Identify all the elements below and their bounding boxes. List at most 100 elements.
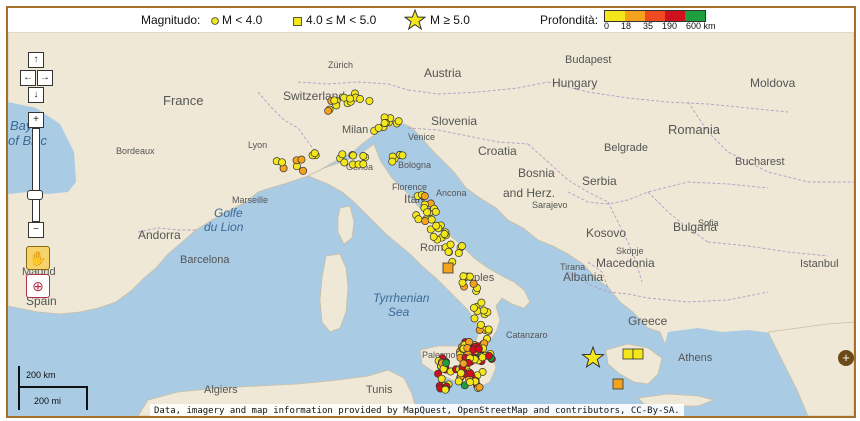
large-quake-star-icon: [404, 9, 426, 31]
quake-marker-small[interactable]: [297, 155, 306, 164]
quake-marker-small[interactable]: [485, 351, 493, 360]
quake-marker-small[interactable]: [431, 207, 440, 216]
quake-marker-small[interactable]: [470, 314, 479, 323]
pan-up-button[interactable]: ↑: [28, 52, 44, 68]
quake-marker-medium[interactable]: [622, 348, 634, 360]
small-quake-icon: [211, 17, 219, 25]
quake-marker-small[interactable]: [484, 325, 493, 334]
quake-marker-small[interactable]: [437, 374, 446, 383]
quake-marker-small[interactable]: [278, 158, 286, 167]
quake-marker-small[interactable]: [475, 383, 484, 392]
legend-bar: Magnitudo: M < 4.0 4.0 ≤ M < 5.0 M ≥ 5.0…: [8, 8, 854, 32]
map-canvas[interactable]: France Switzerland Austria Hungary Moldo…: [8, 32, 854, 416]
quake-marker-small[interactable]: [444, 247, 453, 256]
quake-marker-small[interactable]: [446, 240, 455, 249]
quake-marker-small[interactable]: [340, 158, 349, 167]
quake-marker-medium[interactable]: [632, 348, 644, 360]
quake-marker-small[interactable]: [299, 166, 308, 175]
depth-tick-0: 0: [604, 21, 610, 31]
scale-mi: 200 mi: [34, 396, 62, 406]
quake-marker-small[interactable]: [359, 160, 368, 169]
pan-down-button[interactable]: ↓: [28, 87, 44, 103]
pan-hand-tool[interactable]: ✋: [26, 246, 50, 270]
attribution: Data, imagery and map information provid…: [150, 404, 684, 416]
pan-right-button[interactable]: →: [37, 70, 53, 86]
quake-marker-small[interactable]: [477, 298, 486, 307]
quake-marker-small[interactable]: [457, 369, 465, 378]
quake-marker-small[interactable]: [427, 215, 436, 224]
zoom-out-button[interactable]: −: [28, 222, 44, 238]
attrib-contrib: and contributors,: [533, 406, 626, 416]
quake-marker-small[interactable]: [365, 96, 374, 105]
quake-marker-small[interactable]: [440, 230, 449, 238]
quake-marker-medium[interactable]: [442, 262, 454, 274]
quake-marker-small[interactable]: [454, 377, 463, 386]
quake-marker-small[interactable]: [310, 149, 319, 158]
map-widget: Magnitudo: M < 4.0 4.0 ≤ M < 5.0 M ≥ 5.0…: [6, 6, 856, 418]
quake-marker-small[interactable]: [441, 385, 450, 394]
zoom-in-button[interactable]: +: [28, 112, 44, 128]
quake-marker-small[interactable]: [414, 215, 423, 224]
quake-marker-small[interactable]: [458, 278, 467, 287]
quake-marker-small[interactable]: [470, 303, 478, 312]
scale-km: 200 km: [26, 370, 56, 380]
quake-marker-small[interactable]: [465, 272, 474, 281]
quake-marker-small[interactable]: [374, 123, 383, 132]
quake-marker-small[interactable]: [423, 208, 432, 217]
zoom-slider-track[interactable]: [32, 128, 40, 222]
quake-marker-large[interactable]: [581, 345, 605, 369]
quake-marker-small[interactable]: [346, 94, 355, 103]
quake-marker-small[interactable]: [420, 192, 429, 201]
quake-marker-small[interactable]: [330, 96, 339, 105]
quake-marker-small[interactable]: [466, 378, 474, 387]
depth-color-swatch: [685, 11, 705, 21]
quake-marker-small[interactable]: [479, 306, 488, 315]
quake-marker-small[interactable]: [338, 150, 347, 159]
magnitude-label: Magnitudo:: [141, 13, 201, 27]
quake-marker-small[interactable]: [476, 320, 485, 329]
quake-marker-small[interactable]: [380, 119, 389, 127]
quake-marker-small[interactable]: [356, 95, 364, 103]
zoom-box-tool[interactable]: ⊕: [26, 274, 50, 298]
quake-marker-small[interactable]: [442, 359, 450, 367]
quake-marker-small[interactable]: [388, 157, 397, 166]
quake-marker-small[interactable]: [474, 344, 483, 353]
quake-marker-small[interactable]: [398, 151, 407, 160]
quake-marker-medium[interactable]: [612, 378, 624, 390]
quake-marker-small[interactable]: [421, 217, 430, 226]
zoom-slider-handle[interactable]: [27, 190, 43, 200]
quake-marker-small[interactable]: [349, 151, 358, 160]
depth-tick-35: 35: [643, 21, 654, 31]
pan-left-button[interactable]: ←: [20, 70, 36, 86]
depth-tick-18: 18: [621, 21, 632, 31]
quake-marker-small[interactable]: [466, 369, 475, 378]
quake-marker-small[interactable]: [478, 353, 487, 362]
depth-color-swatch: [645, 11, 665, 21]
quake-marker-small[interactable]: [459, 272, 468, 281]
quake-marker-small[interactable]: [459, 359, 468, 368]
medium-quake-icon: [293, 17, 302, 26]
quake-marker-small[interactable]: [432, 221, 441, 230]
depth-tick-190: 190: [662, 21, 678, 31]
quake-marker-small[interactable]: [469, 279, 478, 288]
quake-marker-small[interactable]: [429, 232, 438, 241]
depth-tick-600: 600 km: [686, 21, 716, 31]
quake-marker-small[interactable]: [458, 242, 466, 251]
attrib-prefix: Data, imagery and map information provid…: [154, 406, 398, 416]
quake-marker-small[interactable]: [394, 117, 403, 126]
quake-marker-small[interactable]: [324, 106, 333, 115]
quake-marker-small[interactable]: [454, 249, 463, 258]
osm-link[interactable]: OpenStreetMap: [457, 406, 527, 416]
expand-button[interactable]: +: [838, 350, 854, 366]
attrib-end: .: [674, 406, 680, 416]
earthquake-markers[interactable]: [8, 32, 854, 416]
legend-m3: M ≥ 5.0: [430, 13, 470, 27]
legend-m1: M < 4.0: [222, 13, 263, 27]
license-link[interactable]: CC-By-SA: [631, 406, 674, 416]
quake-marker-small[interactable]: [359, 152, 368, 160]
mapquest-link[interactable]: MapQuest: [403, 406, 446, 416]
legend-m2: 4.0 ≤ M < 5.0: [306, 13, 377, 27]
depth-color-swatch: [665, 11, 685, 21]
depth-color-swatch: [625, 11, 645, 21]
scale-bar: 200 km 200 mi: [18, 366, 102, 412]
